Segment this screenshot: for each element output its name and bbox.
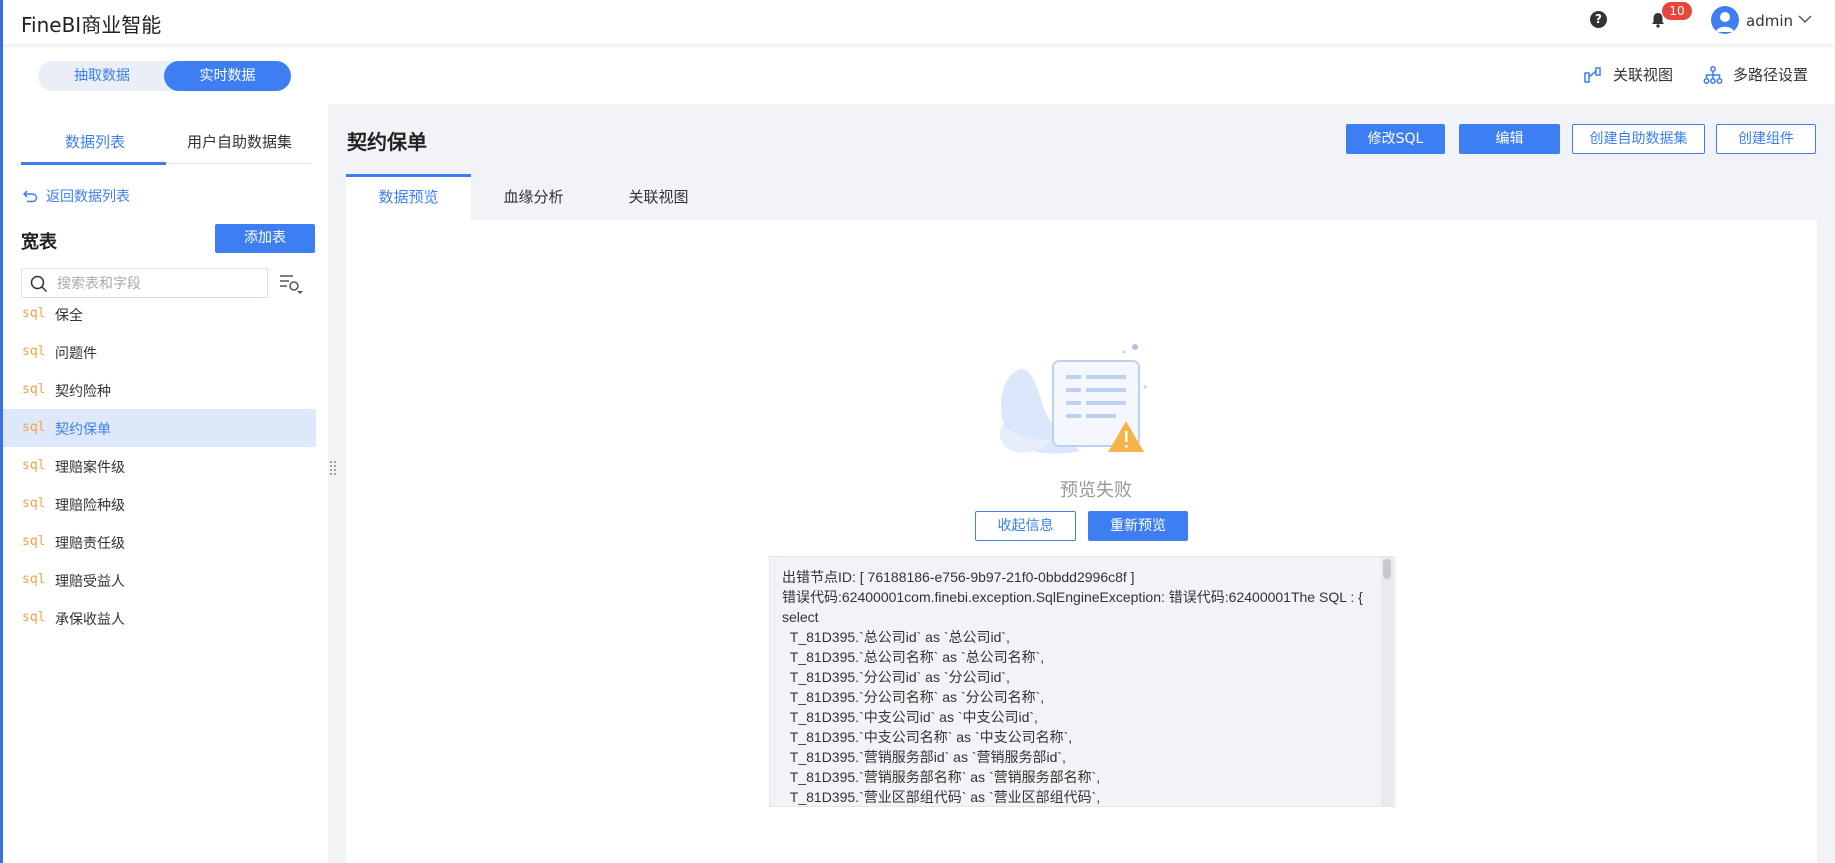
- table-name: 理赔案件级: [55, 460, 125, 476]
- list-item[interactable]: sql 问题件: [3, 333, 316, 371]
- table-name: 理赔受益人: [55, 574, 125, 590]
- sql-tag: sql: [22, 420, 46, 435]
- relation-view-icon: [1584, 66, 1601, 83]
- table-name: 保全: [55, 308, 83, 324]
- table-name: 问题件: [55, 346, 97, 362]
- app-title: FineBI商业智能: [21, 13, 162, 37]
- collapse-info-button[interactable]: 收起信息: [975, 511, 1076, 541]
- sql-tag: sql: [22, 458, 46, 473]
- create-self-service-dataset-button[interactable]: 创建自助数据集: [1572, 124, 1705, 154]
- back-link-label: 返回数据列表: [46, 189, 130, 205]
- sql-tag: sql: [22, 534, 46, 549]
- help-icon[interactable]: ?: [1590, 11, 1607, 28]
- list-item[interactable]: sql 承保收益人: [3, 599, 316, 637]
- list-item[interactable]: sql 理赔受益人: [3, 561, 316, 599]
- table-name: 理赔险种级: [55, 498, 125, 514]
- add-table-button[interactable]: 添加表: [215, 224, 315, 253]
- sidebar-tabs: 数据列表 用户自助数据集: [21, 119, 311, 165]
- sql-tag: sql: [22, 382, 46, 397]
- content-panel: 数据预览 血缘分析 关联视图 预览失败 收起信息 重新预览 出错节点ID: [ …: [346, 174, 1817, 863]
- list-item[interactable]: sql 保全: [3, 295, 316, 333]
- tab-self-service-dataset[interactable]: 用户自助数据集: [187, 131, 292, 152]
- table-list: sql 保全 sql 问题件 sql 契约险种 sql 契约保单 sql 理赔案…: [3, 295, 316, 637]
- realtime-data-button[interactable]: 实时数据: [164, 61, 291, 91]
- extract-data-button[interactable]: 抽取数据: [38, 61, 166, 91]
- preview-failed-text: 预览失败: [1060, 480, 1132, 501]
- sidebar: 数据列表 用户自助数据集 返回数据列表 宽表 添加表 sql 保全 sql 问题…: [3, 104, 316, 863]
- edit-button[interactable]: 编辑: [1459, 124, 1560, 154]
- error-message-text: 出错节点ID: [ 76188186-e756-9b97-21f0-0bbdd2…: [782, 569, 1363, 805]
- tab-data-list[interactable]: 数据列表: [65, 131, 125, 152]
- active-tab-indicator: [21, 162, 166, 165]
- table-name: 契约保单: [55, 422, 111, 438]
- sql-tag: sql: [22, 572, 46, 587]
- filter-settings-icon[interactable]: [277, 272, 305, 296]
- table-name: 承保收益人: [55, 612, 125, 628]
- chevron-down-icon[interactable]: [1798, 14, 1812, 24]
- sql-tag: sql: [22, 610, 46, 625]
- sql-tag: sql: [22, 496, 46, 511]
- sql-tag: sql: [22, 344, 46, 359]
- back-to-data-list-link[interactable]: 返回数据列表: [23, 186, 130, 206]
- undo-icon: [23, 190, 38, 203]
- error-box-scrollbar[interactable]: [1381, 557, 1393, 806]
- list-item[interactable]: sql 理赔案件级: [3, 447, 316, 485]
- tab-data-preview[interactable]: 数据预览: [346, 174, 471, 220]
- scrollbar-thumb[interactable]: [1383, 559, 1391, 579]
- top-bar: FineBI商业智能 ? 10 admin: [3, 0, 1835, 44]
- preview-failed-illustration: [999, 344, 1147, 454]
- multipath-settings-label: 多路径设置: [1733, 66, 1809, 84]
- main-tabs: 数据预览 血缘分析 关联视图: [346, 174, 1817, 220]
- page-title: 契约保单: [347, 130, 427, 154]
- search-box: [21, 268, 268, 298]
- table-name: 契约险种: [55, 384, 111, 400]
- relation-view-label: 关联视图: [1613, 66, 1674, 84]
- table-name: 理赔责任级: [55, 536, 125, 552]
- section-title: 宽表: [21, 232, 57, 253]
- search-icon: [30, 275, 48, 293]
- edit-sql-button[interactable]: 修改SQL: [1346, 124, 1445, 154]
- create-component-button[interactable]: 创建组件: [1716, 124, 1816, 154]
- error-message-box[interactable]: 出错节点ID: [ 76188186-e756-9b97-21f0-0bbdd2…: [769, 556, 1395, 807]
- tab-lineage-analysis[interactable]: 血缘分析: [471, 174, 596, 220]
- list-item[interactable]: sql 理赔险种级: [3, 485, 316, 523]
- user-name[interactable]: admin: [1746, 12, 1793, 30]
- search-input[interactable]: [57, 272, 257, 294]
- tab-relation-view[interactable]: 关联视图: [596, 174, 721, 220]
- notification-badge: 10: [1662, 2, 1692, 20]
- multipath-settings-link[interactable]: 多路径设置: [1703, 64, 1808, 85]
- resize-handle[interactable]: [328, 459, 338, 479]
- list-item-selected[interactable]: sql 契约保单: [3, 409, 316, 447]
- hierarchy-icon: [1703, 65, 1723, 84]
- user-icon: [1716, 12, 1734, 32]
- retry-preview-button[interactable]: 重新预览: [1088, 511, 1188, 541]
- sql-tag: sql: [22, 306, 46, 321]
- data-mode-toggle: 抽取数据 实时数据: [38, 61, 291, 91]
- relation-view-link[interactable]: 关联视图: [1583, 64, 1673, 85]
- list-item[interactable]: sql 契约险种: [3, 371, 316, 409]
- avatar[interactable]: [1711, 6, 1739, 34]
- list-item[interactable]: sql 理赔责任级: [3, 523, 316, 561]
